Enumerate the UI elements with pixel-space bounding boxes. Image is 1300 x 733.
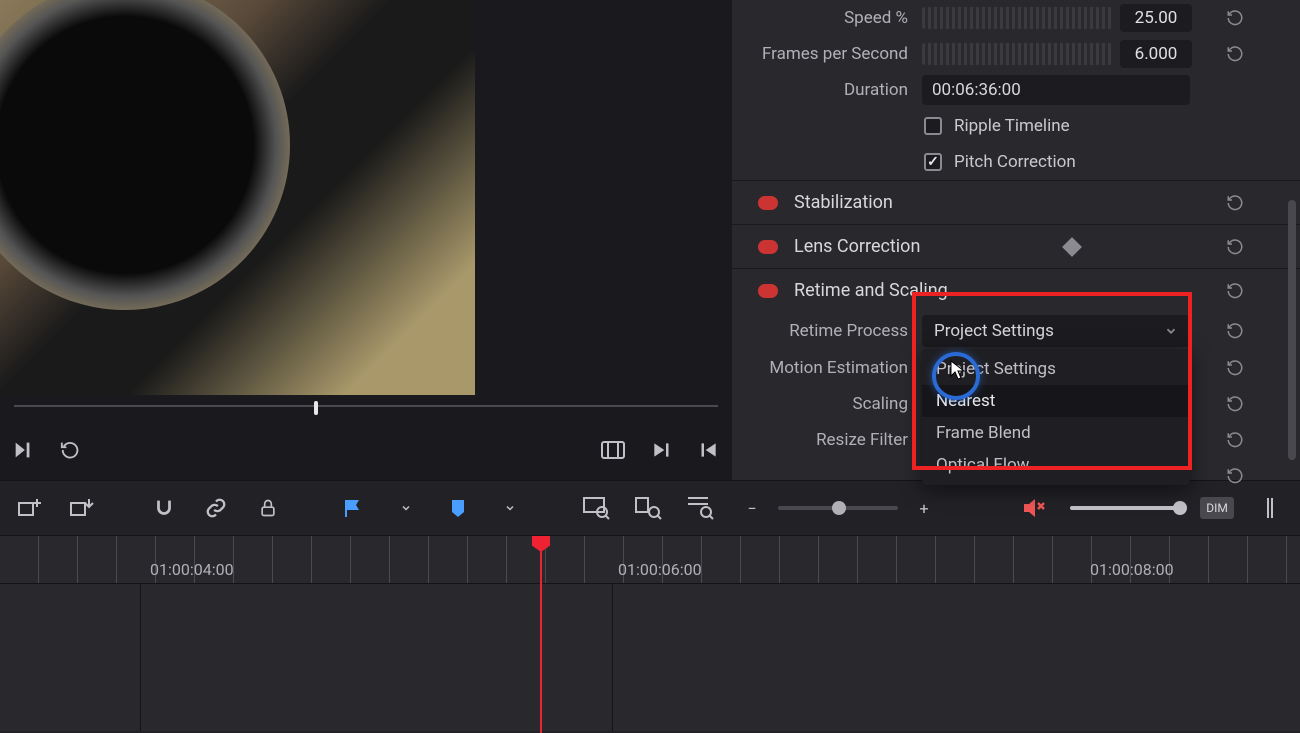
meters-icon[interactable] — [1254, 492, 1286, 524]
inspector-panel: Speed % 25.00 Frames per Second 6.000 Du… — [732, 0, 1300, 480]
speed-slider[interactable] — [922, 7, 1112, 29]
lens-correction-section[interactable]: Lens Correction — [732, 224, 1300, 268]
next-clip-button[interactable] — [648, 437, 674, 463]
reset-icon[interactable] — [1224, 393, 1246, 415]
dropdown-option[interactable]: Nearest — [922, 385, 1190, 417]
dropdown-option[interactable]: Project Settings — [922, 353, 1190, 385]
zoom-full-icon[interactable] — [580, 492, 612, 524]
duration-field[interactable]: 00:06:36:00 — [922, 75, 1190, 105]
timeline[interactable]: 01:00:04:00 01:00:06:00 01:00:08:00 — [0, 536, 1300, 731]
speed-label: Speed % — [732, 8, 922, 28]
timecode-label: 01:00:08:00 — [1090, 560, 1174, 579]
motion-est-label: Motion Estimation — [732, 358, 922, 378]
duration-label: Duration — [732, 80, 922, 100]
snap-icon[interactable] — [148, 492, 180, 524]
reset-icon[interactable] — [1224, 43, 1246, 65]
zoom-custom-icon[interactable] — [684, 492, 716, 524]
lens-toggle[interactable] — [758, 240, 778, 254]
speed-value[interactable]: 25.00 — [1120, 4, 1192, 32]
lock-icon[interactable] — [252, 492, 284, 524]
mute-icon[interactable] — [1018, 492, 1050, 524]
reset-icon[interactable] — [1224, 465, 1246, 487]
match-frame-button[interactable] — [600, 437, 626, 463]
zoom-out-icon[interactable]: − — [736, 492, 768, 524]
overwrite-clip-icon[interactable] — [66, 492, 98, 524]
jog-bar[interactable] — [14, 405, 718, 423]
retime-process-label: Retime Process — [732, 321, 922, 341]
inspector-scrollbar[interactable] — [1288, 200, 1296, 460]
prev-clip-button[interactable] — [696, 437, 722, 463]
zoom-in-icon[interactable]: + — [908, 492, 940, 524]
retime-process-menu: Project Settings Nearest Frame Blend Opt… — [922, 349, 1190, 485]
reset-icon[interactable] — [1224, 429, 1246, 451]
flag-icon[interactable] — [338, 492, 370, 524]
ripple-label: Ripple Timeline — [954, 116, 1070, 136]
dropdown-option[interactable]: Optical Flow — [922, 449, 1190, 481]
video-preview — [0, 0, 475, 395]
fps-label: Frames per Second — [732, 44, 922, 64]
reset-icon[interactable] — [1224, 357, 1246, 379]
fps-value[interactable]: 6.000 — [1120, 40, 1192, 68]
jog-handle[interactable] — [314, 401, 318, 415]
stabilization-section[interactable]: Stabilization — [732, 180, 1300, 224]
reset-icon[interactable] — [1224, 320, 1246, 342]
chevron-down-icon — [1164, 324, 1178, 338]
link-icon[interactable] — [200, 492, 232, 524]
pitch-checkbox[interactable] — [924, 153, 942, 171]
dim-button[interactable]: DIM — [1200, 497, 1234, 519]
ripple-checkbox[interactable] — [924, 117, 942, 135]
insert-clip-icon[interactable] — [14, 492, 46, 524]
reset-icon[interactable] — [1224, 236, 1246, 258]
reset-icon[interactable] — [1224, 7, 1246, 29]
keyframe-icon[interactable] — [1062, 237, 1082, 257]
timecode-label: 01:00:06:00 — [618, 560, 702, 579]
marker-icon[interactable] — [442, 492, 474, 524]
timecode-label: 01:00:04:00 — [150, 560, 234, 579]
reset-icon[interactable] — [1224, 192, 1246, 214]
next-frame-button[interactable] — [10, 437, 36, 463]
zoom-slider[interactable] — [778, 506, 898, 510]
timeline-ruler[interactable]: 01:00:04:00 01:00:06:00 01:00:08:00 — [0, 536, 1300, 584]
volume-slider[interactable] — [1070, 506, 1180, 510]
playhead[interactable] — [540, 536, 542, 733]
scaling-label: Scaling — [732, 394, 922, 414]
chevron-down-icon[interactable] — [494, 492, 526, 524]
chevron-down-icon[interactable] — [390, 492, 422, 524]
reset-icon[interactable] — [1224, 280, 1246, 302]
stabilization-toggle[interactable] — [758, 196, 778, 210]
fps-slider[interactable] — [922, 43, 1112, 65]
retime-toggle[interactable] — [758, 284, 778, 298]
loop-button[interactable] — [58, 437, 84, 463]
resize-filter-label: Resize Filter — [732, 430, 922, 450]
viewer-pane — [0, 0, 732, 480]
retime-section[interactable]: Retime and Scaling — [732, 268, 1300, 312]
dropdown-option[interactable]: Frame Blend — [922, 417, 1190, 449]
zoom-detail-icon[interactable] — [632, 492, 664, 524]
retime-process-dropdown[interactable]: Project Settings Project Settings Neares… — [922, 315, 1190, 347]
pitch-label: Pitch Correction — [954, 152, 1076, 172]
